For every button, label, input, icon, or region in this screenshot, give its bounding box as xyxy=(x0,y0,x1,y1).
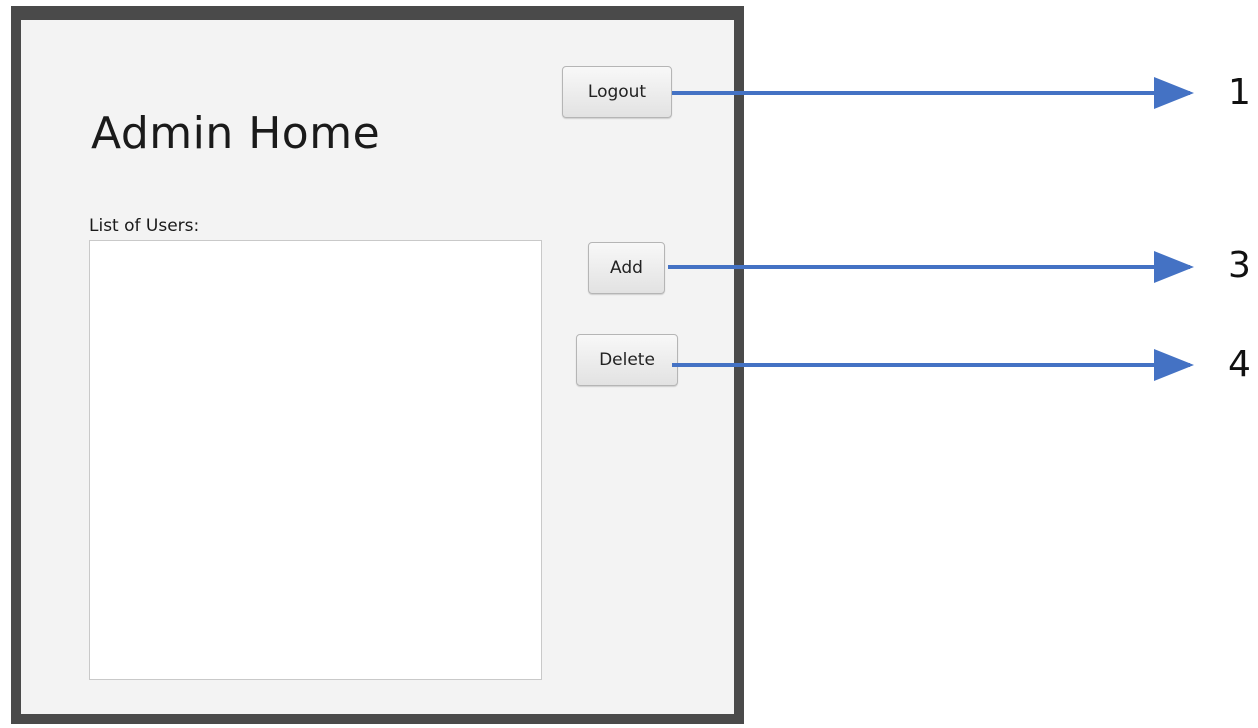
screenshot-stage: Admin Home List of Users: Logout Add Del… xyxy=(0,0,1258,728)
callout-number-3: 3 xyxy=(1228,245,1251,286)
callout-number-4: 4 xyxy=(1228,344,1251,385)
annotation-arrows xyxy=(668,77,1194,381)
callout-number-1: 1 xyxy=(1228,72,1251,113)
